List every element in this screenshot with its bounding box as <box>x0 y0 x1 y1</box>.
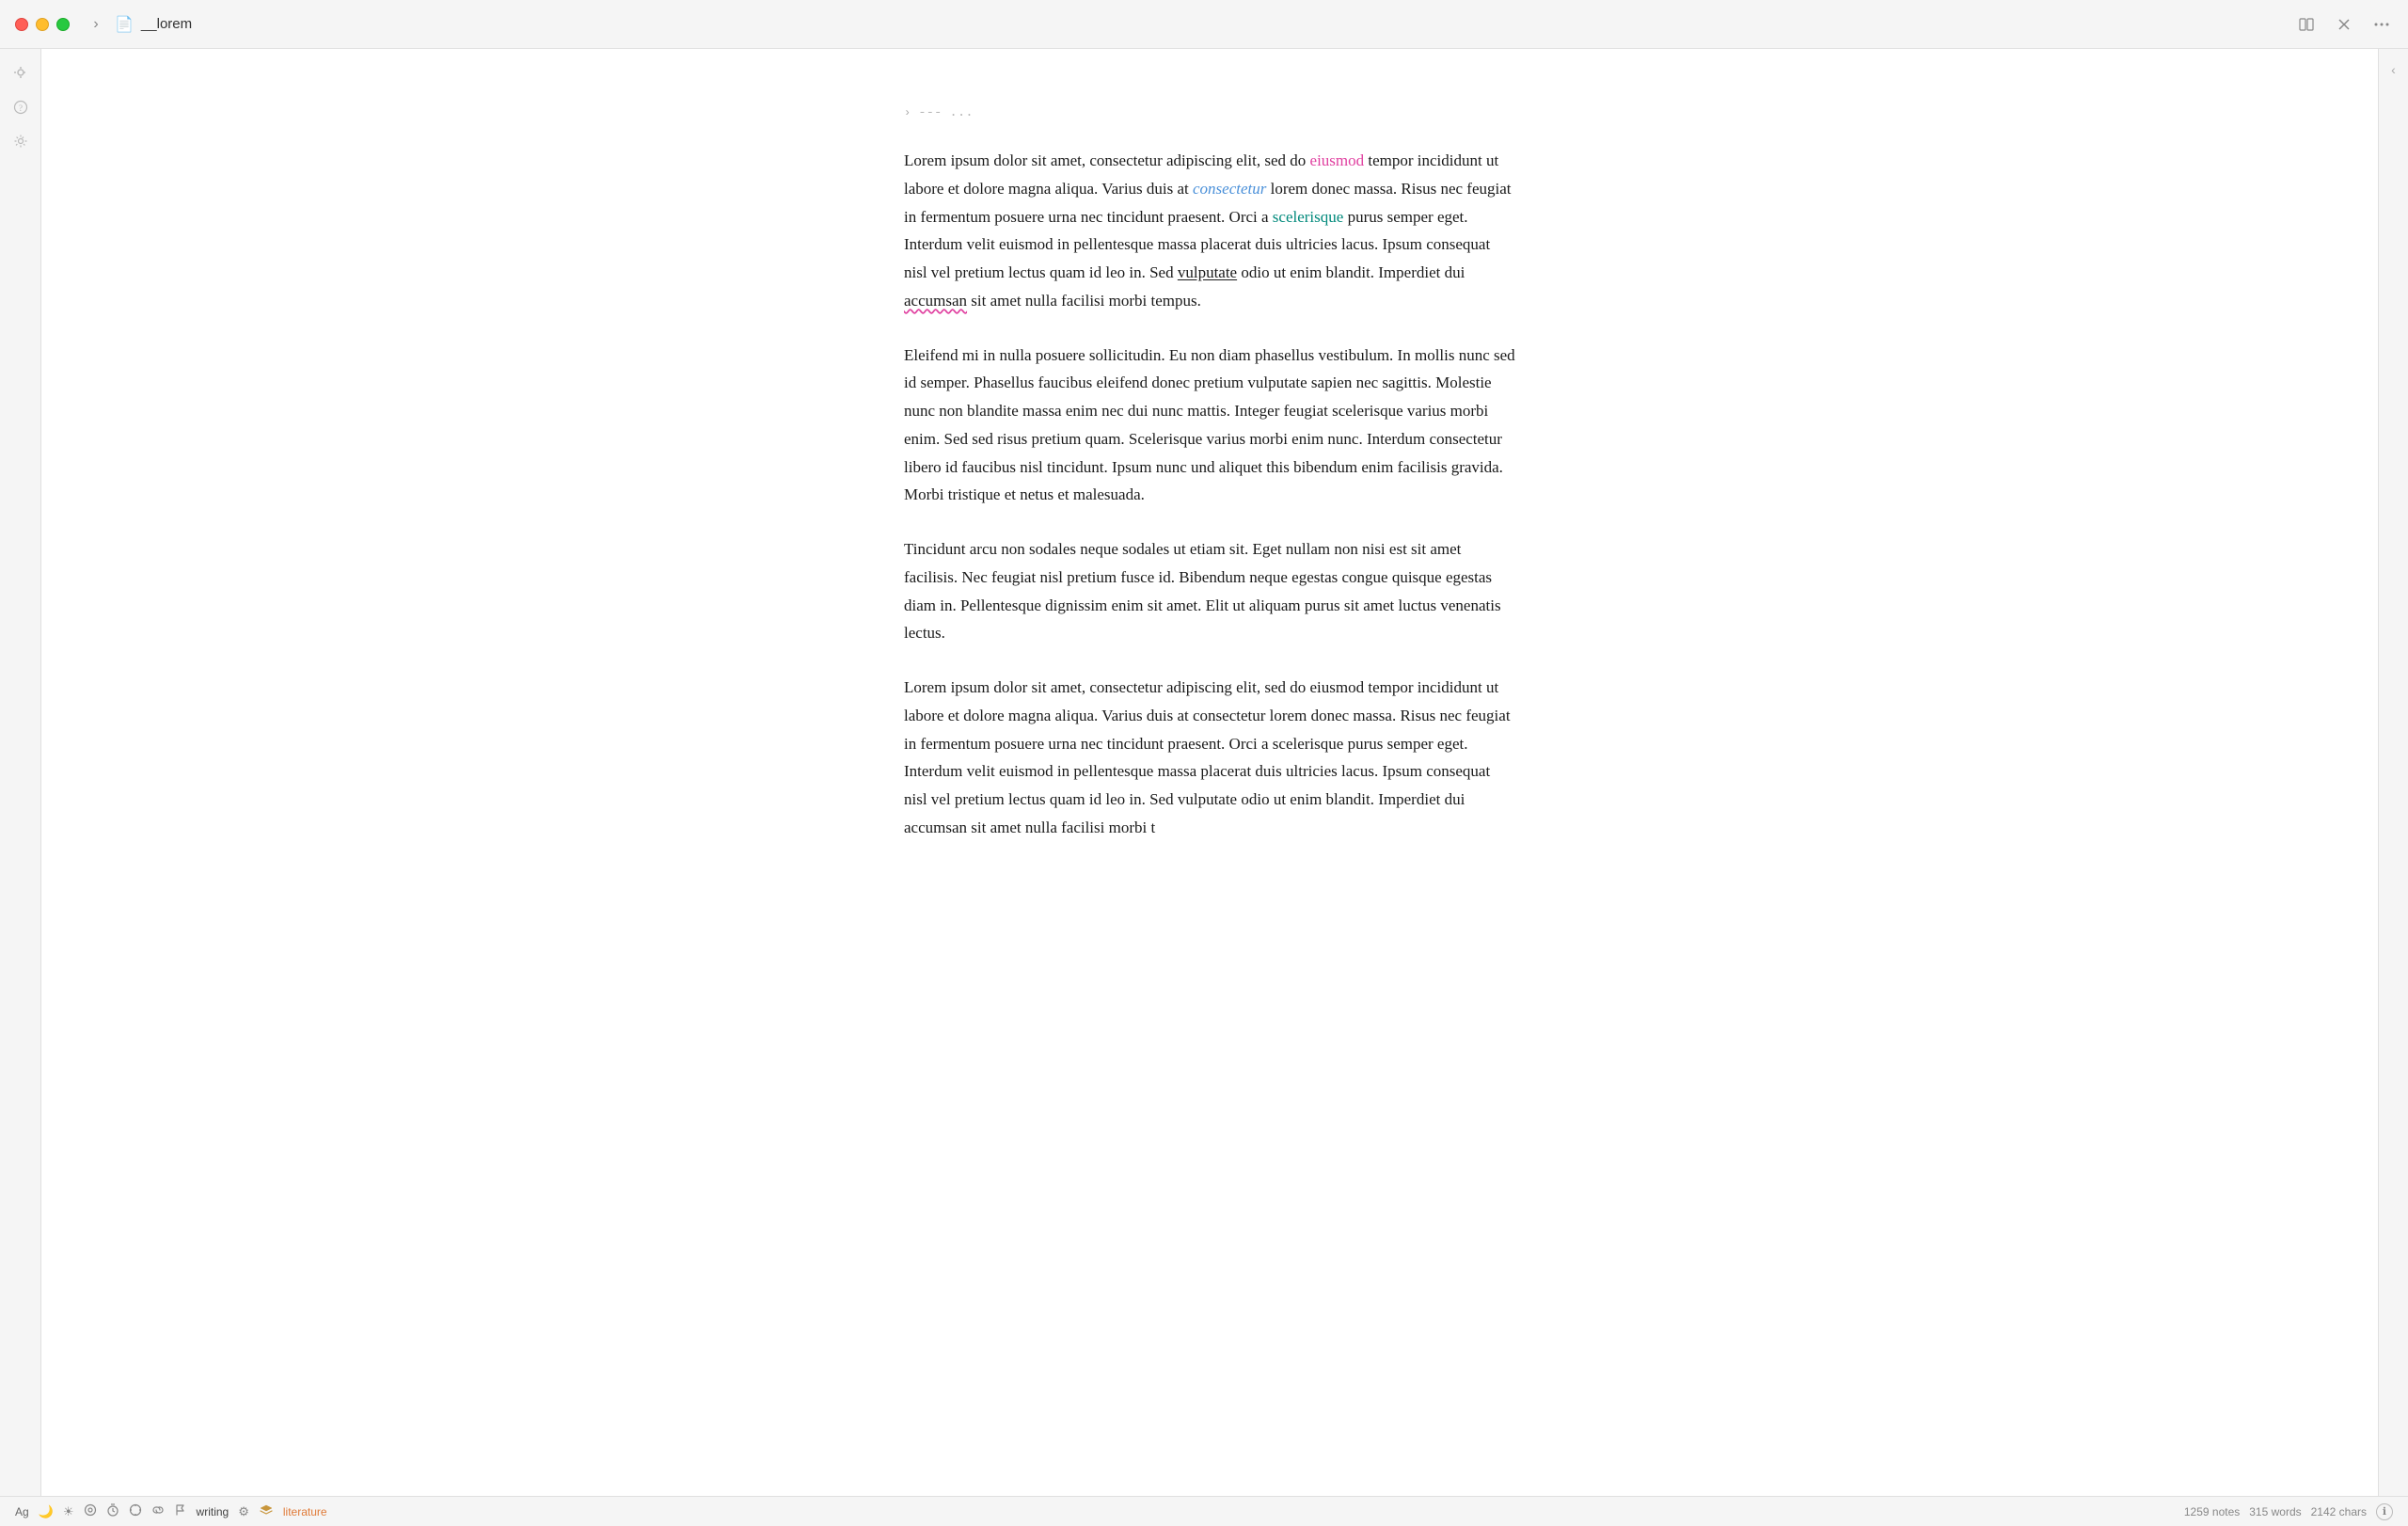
notes-count: 1259 notes <box>2184 1505 2240 1518</box>
frontmatter-dashes: --- <box>918 105 942 120</box>
document-content: › --- ... Lorem ipsum dolor sit amet, co… <box>866 105 1553 842</box>
app-body: ? › --- ... Lorem ipsum dolor sit amet, … <box>0 49 2408 1496</box>
literature-label[interactable]: literature <box>283 1505 327 1518</box>
target-icon[interactable] <box>129 1503 142 1519</box>
minimize-button[interactable] <box>36 18 49 31</box>
document-title: __lorem <box>141 16 2295 32</box>
timer-icon[interactable] <box>106 1503 119 1519</box>
maximize-button[interactable] <box>56 18 70 31</box>
writing-label[interactable]: writing <box>197 1505 230 1518</box>
split-view-button[interactable] <box>2295 13 2318 36</box>
statusbar-right: 1259 notes 315 words 2142 chars ℹ <box>2184 1503 2393 1520</box>
traffic-lights <box>15 18 70 31</box>
frontmatter-block: › --- ... <box>904 105 1515 120</box>
content-area[interactable]: › --- ... Lorem ipsum dolor sit amet, co… <box>41 49 2378 1496</box>
link-icon[interactable] <box>151 1503 165 1519</box>
highlight-eiusmod: eiusmod <box>1310 151 1365 169</box>
link-consectetur[interactable]: consectetur <box>1193 180 1266 198</box>
close-button[interactable] <box>15 18 28 31</box>
info-button[interactable]: ℹ <box>2376 1503 2393 1520</box>
gear-icon[interactable]: ⚙ <box>238 1504 249 1519</box>
sidebar-toggle-button[interactable]: › <box>85 13 107 36</box>
right-sidebar-toggle[interactable]: ‹ <box>2378 49 2408 1496</box>
words-count: 315 words <box>2249 1505 2301 1518</box>
sidebar-left: ? <box>0 49 41 1496</box>
paragraph-3: Tincidunt arcu non sodales neque sodales… <box>904 535 1515 647</box>
titlebar-actions <box>2295 13 2393 36</box>
focus-icon[interactable] <box>84 1503 97 1519</box>
paragraph-4: Lorem ipsum dolor sit amet, consectetur … <box>904 674 1515 842</box>
moon-icon[interactable]: 🌙 <box>39 1504 54 1519</box>
document-icon: 📄 <box>115 15 134 34</box>
frontmatter-dots: ... <box>949 105 973 120</box>
paragraph-1: Lorem ipsum dolor sit amet, consectetur … <box>904 147 1515 315</box>
ag-label[interactable]: Ag <box>15 1505 29 1518</box>
chars-count: 2142 chars <box>2311 1505 2367 1518</box>
settings-sidebar-icon[interactable] <box>8 128 34 154</box>
frontmatter-toggle[interactable]: › <box>904 106 911 119</box>
right-sidebar-chevron-icon: ‹ <box>2391 62 2396 77</box>
location-sidebar-icon[interactable] <box>8 60 34 87</box>
paragraph-2: Eleifend mi in nulla posuere sollicitudi… <box>904 342 1515 510</box>
svg-text:?: ? <box>19 103 23 113</box>
close-tab-button[interactable] <box>2333 13 2355 36</box>
highlight-scelerisque: scelerisque <box>1273 208 1344 226</box>
titlebar: › 📄 __lorem <box>0 0 2408 49</box>
underline-vulputate: vulputate <box>1178 263 1237 281</box>
more-options-button[interactable] <box>2370 13 2393 36</box>
statusbar-left: Ag 🌙 ☀ <box>15 1503 2173 1519</box>
flag-icon[interactable] <box>174 1503 187 1519</box>
help-sidebar-icon[interactable]: ? <box>8 94 34 120</box>
sun-icon[interactable]: ☀ <box>63 1504 74 1519</box>
underline-accumsan: accumsan <box>904 292 967 310</box>
stack-icon[interactable] <box>259 1503 274 1519</box>
statusbar: Ag 🌙 ☀ <box>0 1496 2408 1526</box>
